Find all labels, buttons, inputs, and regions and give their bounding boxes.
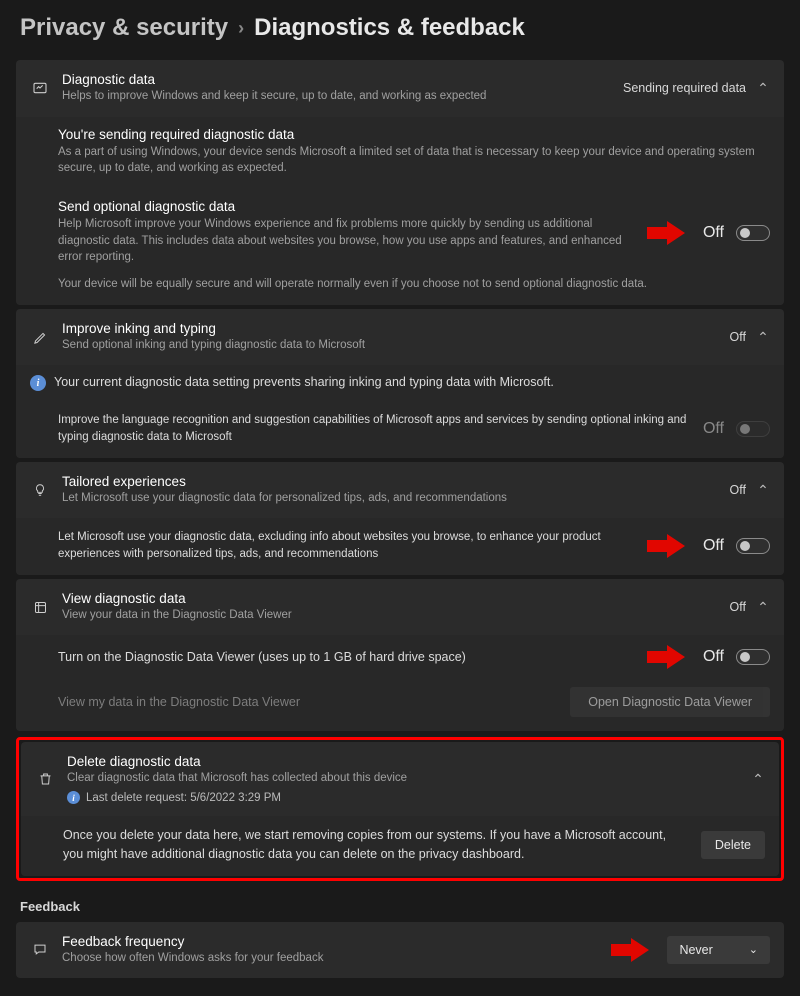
optional-title: Send optional diagnostic data: [58, 199, 635, 214]
tailored-body: Let Microsoft use your diagnostic data, …: [16, 518, 784, 574]
chevron-up-icon: ⌃: [756, 80, 770, 97]
diagnostic-data-section: Diagnostic data Helps to improve Windows…: [16, 60, 784, 305]
feedback-subtitle: Choose how often Windows asks for your f…: [62, 950, 599, 967]
diagnostic-title: Diagnostic data: [62, 72, 611, 87]
view-body-state: Off: [703, 648, 724, 666]
delete-button[interactable]: Delete: [701, 831, 765, 859]
view-header[interactable]: View diagnostic data View your data in t…: [16, 579, 784, 636]
delete-section: Delete diagnostic data Clear diagnostic …: [21, 742, 779, 875]
delete-subtitle: Clear diagnostic data that Microsoft has…: [67, 770, 739, 787]
inking-body-text: Improve the language recognition and sug…: [58, 412, 691, 445]
inking-info: i Your current diagnostic data setting p…: [16, 365, 784, 401]
lightbulb-icon: [30, 482, 50, 498]
diagnostic-status: Sending required data: [623, 81, 746, 95]
tailored-subtitle: Let Microsoft use your diagnostic data f…: [62, 490, 718, 507]
trash-icon: [35, 771, 55, 787]
delete-body-text: Once you delete your data here, we start…: [63, 826, 689, 864]
feedback-header[interactable]: Feedback frequency Choose how often Wind…: [16, 922, 784, 979]
tailored-section: Tailored experiences Let Microsoft use y…: [16, 462, 784, 575]
tailored-title: Tailored experiences: [62, 474, 718, 489]
feedback-frequency-dropdown[interactable]: Never ⌄: [667, 936, 770, 964]
page-title: Diagnostics & feedback: [254, 14, 525, 42]
pen-icon: [30, 330, 50, 345]
optional-data-body: Send optional diagnostic data Help Micro…: [16, 189, 784, 305]
view-body-text: Turn on the Diagnostic Data Viewer (uses…: [58, 650, 635, 664]
tailored-header[interactable]: Tailored experiences Let Microsoft use y…: [16, 462, 784, 519]
inking-subtitle: Send optional inking and typing diagnost…: [62, 337, 718, 354]
open-viewer-button: Open Diagnostic Data Viewer: [570, 687, 770, 717]
tailored-body-state: Off: [703, 537, 724, 555]
feedback-section-label: Feedback: [16, 887, 784, 922]
inking-header[interactable]: Improve inking and typing Send optional …: [16, 309, 784, 366]
inking-section: Improve inking and typing Send optional …: [16, 309, 784, 458]
inking-title: Improve inking and typing: [62, 321, 718, 336]
delete-header[interactable]: Delete diagnostic data Clear diagnostic …: [21, 742, 779, 816]
inking-toggle: [736, 421, 770, 437]
view-data-link: View my data in the Diagnostic Data View…: [16, 685, 300, 719]
tailored-toggle[interactable]: [736, 538, 770, 554]
chat-icon: [30, 942, 50, 957]
diagnostic-data-header[interactable]: Diagnostic data Helps to improve Windows…: [16, 60, 784, 117]
diagnostic-icon: [30, 80, 50, 96]
optional-state: Off: [703, 224, 724, 242]
chevron-up-icon: ⌃: [751, 771, 765, 788]
last-delete-text: Last delete request: 5/6/2022 3:29 PM: [86, 792, 281, 804]
tailored-body-text: Let Microsoft use your diagnostic data, …: [58, 529, 635, 562]
breadcrumb-parent[interactable]: Privacy & security: [20, 14, 228, 42]
chevron-right-icon: ›: [238, 18, 244, 39]
delete-title: Delete diagnostic data: [67, 754, 739, 769]
view-toggle[interactable]: [736, 649, 770, 665]
required-title: You're sending required diagnostic data: [58, 127, 770, 142]
view-subtitle: View your data in the Diagnostic Data Vi…: [62, 607, 718, 624]
inking-body-state: Off: [703, 420, 724, 438]
view-section: View diagnostic data View your data in t…: [16, 579, 784, 732]
callout-arrow-icon: [647, 221, 687, 245]
breadcrumb: Privacy & security › Diagnostics & feedb…: [16, 14, 784, 42]
optional-toggle[interactable]: [736, 225, 770, 241]
inking-body: Improve the language recognition and sug…: [16, 401, 784, 457]
info-icon: i: [30, 375, 46, 391]
feedback-title: Feedback frequency: [62, 934, 599, 949]
optional-note: Your device will be equally secure and w…: [58, 276, 770, 293]
info-icon: i: [67, 791, 80, 804]
inking-state: Off: [730, 330, 746, 344]
delete-highlight-box: Delete diagnostic data Clear diagnostic …: [16, 737, 784, 880]
delete-body: Once you delete your data here, we start…: [21, 816, 779, 876]
feedback-frequency-section: Feedback frequency Choose how often Wind…: [16, 922, 784, 979]
feedback-frequency-value: Never: [679, 943, 712, 957]
callout-arrow-icon: [647, 645, 687, 669]
view-body: Turn on the Diagnostic Data Viewer (uses…: [16, 635, 784, 681]
chevron-down-icon: ⌄: [749, 943, 758, 956]
view-title: View diagnostic data: [62, 591, 718, 606]
optional-text: Help Microsoft improve your Windows expe…: [58, 216, 635, 266]
required-text: As a part of using Windows, your device …: [58, 144, 770, 177]
chevron-up-icon: ⌃: [756, 599, 770, 616]
data-icon: [30, 600, 50, 615]
diagnostic-subtitle: Helps to improve Windows and keep it sec…: [62, 88, 611, 105]
chevron-up-icon: ⌃: [756, 482, 770, 499]
callout-arrow-icon: [647, 534, 687, 558]
callout-arrow-icon: [611, 938, 651, 962]
chevron-up-icon: ⌃: [756, 329, 770, 346]
required-data-body: You're sending required diagnostic data …: [16, 117, 784, 189]
view-state: Off: [730, 600, 746, 614]
inking-info-text: Your current diagnostic data setting pre…: [54, 375, 554, 389]
tailored-state: Off: [730, 483, 746, 497]
